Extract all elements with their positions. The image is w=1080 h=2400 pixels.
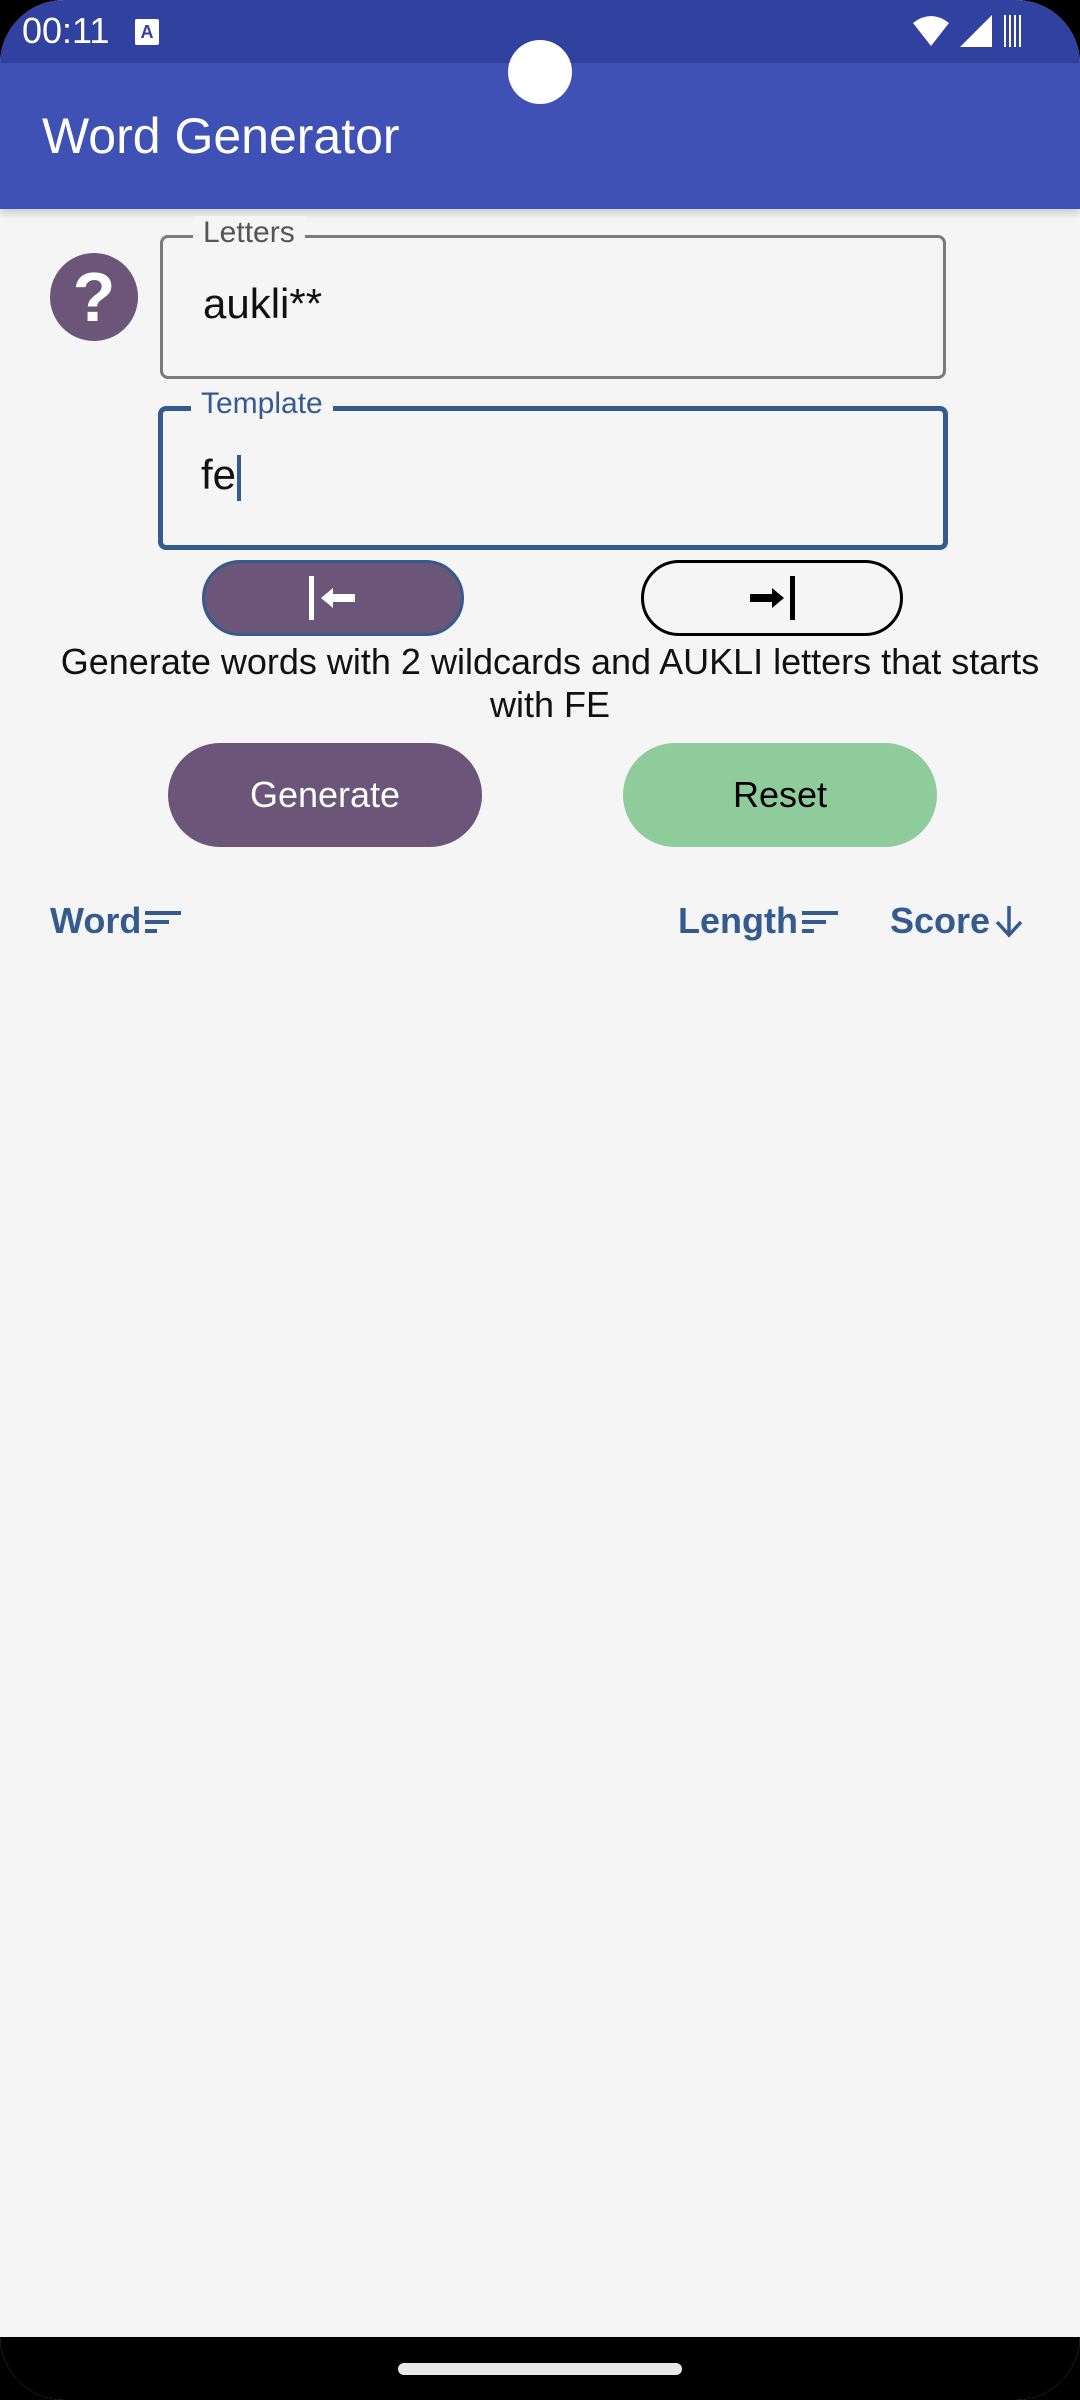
description-text: Generate words with 2 wildcards and AUKL… bbox=[60, 641, 1040, 725]
generate-button[interactable]: Generate bbox=[168, 743, 482, 847]
signal-icon bbox=[960, 15, 992, 47]
question-icon: ? bbox=[72, 258, 116, 336]
column-word-label: Word bbox=[50, 900, 142, 941]
template-input[interactable]: fe bbox=[201, 451, 901, 501]
column-length-label: Length bbox=[678, 900, 798, 941]
arrow-down-icon bbox=[995, 906, 1023, 938]
align-start-toggle[interactable] bbox=[202, 560, 464, 636]
template-field[interactable]: Template fe bbox=[158, 387, 948, 550]
letters-input[interactable]: aukli** bbox=[203, 280, 903, 328]
wifi-icon bbox=[913, 16, 949, 46]
reset-button[interactable]: Reset bbox=[623, 743, 937, 847]
status-icons bbox=[912, 14, 1024, 48]
letters-label: Letters bbox=[193, 216, 305, 250]
help-button[interactable]: ? bbox=[50, 253, 138, 341]
keyboard-a-icon: A bbox=[135, 19, 159, 45]
screen: 00:11 A Word Generator ? Letters aukli** bbox=[0, 0, 1080, 2400]
battery-icon bbox=[1004, 15, 1021, 47]
column-header-score[interactable]: Score bbox=[890, 900, 1024, 942]
status-time: 00:11 bbox=[22, 10, 110, 51]
column-score-label: Score bbox=[890, 900, 991, 941]
align-end-icon bbox=[750, 576, 795, 620]
home-handle[interactable] bbox=[398, 2363, 682, 2375]
letters-field[interactable]: Letters aukli** bbox=[160, 216, 946, 379]
app-title: Word Generator bbox=[42, 108, 400, 164]
column-header-length[interactable]: Length bbox=[678, 900, 838, 942]
sort-icon bbox=[801, 911, 838, 933]
sort-icon bbox=[145, 911, 182, 933]
align-start-icon bbox=[309, 576, 355, 620]
column-header-word[interactable]: Word bbox=[50, 900, 182, 942]
template-label: Template bbox=[191, 387, 333, 421]
align-end-toggle[interactable] bbox=[641, 560, 903, 636]
camera-cutout bbox=[508, 40, 572, 104]
text-caret bbox=[237, 454, 242, 501]
template-value: fe bbox=[201, 451, 237, 498]
